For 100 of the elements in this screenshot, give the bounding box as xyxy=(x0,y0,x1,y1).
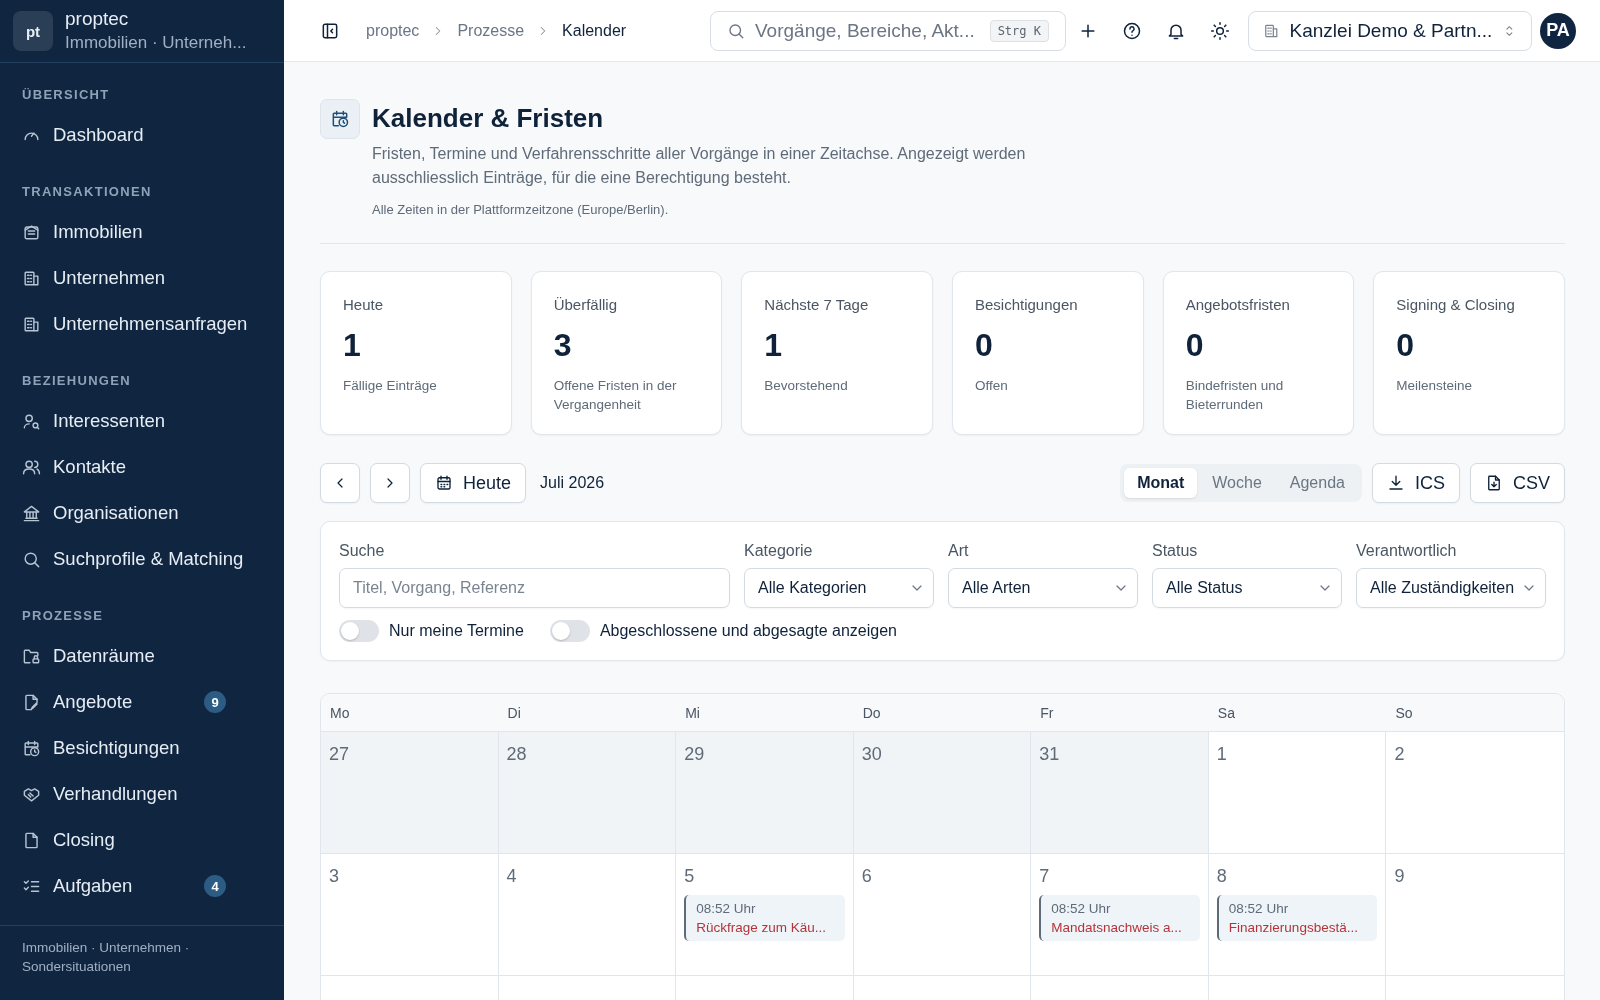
sidebar-item[interactable]: Suchprofile & Matching xyxy=(0,536,284,582)
day-cell[interactable]: 5 08:52 Uhr Rückfrage zum Käu... xyxy=(676,854,854,976)
stat-value: 1 xyxy=(764,327,784,364)
day-cell[interactable]: 8 08:52 Uhr Finanzierungsbestä... xyxy=(1208,854,1387,976)
sidebar-item[interactable]: Organisationen xyxy=(0,490,284,536)
stat-caption: Bindefristen und Bieterrunden xyxy=(1185,377,1285,414)
day-cell[interactable]: 30 xyxy=(853,732,1032,854)
breadcrumb-link[interactable]: Kalender xyxy=(562,21,627,40)
weekday-header: Mi xyxy=(676,694,854,732)
day-cell[interactable]: 2 xyxy=(1386,732,1564,854)
day-number: 7 xyxy=(1039,866,1051,887)
field-label: Verantwortlich xyxy=(1356,542,1458,560)
day-cell[interactable]: 9 xyxy=(1386,854,1564,976)
toggle-label: Nur meine Termine xyxy=(389,622,524,640)
view-tab[interactable]: Monat xyxy=(1124,468,1198,498)
sidebar-item[interactable]: Unternehmensanfragen xyxy=(0,301,284,347)
field-label: Kategorie xyxy=(744,542,814,560)
folder-lock-icon xyxy=(22,646,41,666)
sun-icon xyxy=(1210,20,1230,41)
stat-label: Signing & Closing xyxy=(1396,296,1516,313)
calendar-icon xyxy=(435,474,453,492)
search-field[interactable]: Vorgänge, Bereiche, Akt... Strg K xyxy=(710,10,1066,51)
select-field[interactable]: Alle Status xyxy=(1152,568,1342,608)
toggle-switch[interactable] xyxy=(339,620,379,642)
day-cell[interactable]: 6 xyxy=(853,854,1032,976)
user-avatar[interactable]: PA xyxy=(1540,12,1576,49)
day-cell[interactable]: 3 xyxy=(321,854,499,976)
search-field[interactable]: Titel, Vorgang, Referenz xyxy=(339,568,730,608)
breadcrumb-link[interactable]: Prozesse xyxy=(457,21,525,40)
page-description: Fristen, Termine und Verfahrensschritte aller Vorgänge in einer Zeitachse. Angezeigt werden ausschliesslich Einträge, für die eine Berechtigung besteht. xyxy=(372,144,1027,188)
event-time: 08:52 Uhr xyxy=(696,900,757,918)
stat-caption: Meilensteine xyxy=(1396,377,1474,395)
event-title: Mandatsnachweis a... xyxy=(1051,919,1183,937)
toggle-switch[interactable] xyxy=(549,620,590,642)
select-field[interactable]: Alle Arten xyxy=(948,568,1138,608)
stat-value: 0 xyxy=(1185,327,1205,364)
sidebar-item[interactable]: Closing xyxy=(0,817,284,863)
search-placeholder: Vorgänge, Bereiche, Akt... xyxy=(755,19,975,42)
day-number: 6 xyxy=(861,866,873,887)
today-button[interactable]: Heute xyxy=(420,463,527,503)
day-number: 8 xyxy=(1216,866,1228,887)
stat-caption: Offene Fristen in der Vergangenheit xyxy=(553,377,678,414)
select-field[interactable]: Alle Kategorien xyxy=(744,568,934,608)
day-cell[interactable]: 27 xyxy=(321,732,499,854)
day-number: 1 xyxy=(1216,744,1228,765)
day-number: 27 xyxy=(329,744,351,765)
view-tab[interactable]: Woche xyxy=(1199,468,1275,498)
calendar-clock-icon xyxy=(320,99,360,139)
brand-subtitle: Immobilien · Unterneh... xyxy=(65,32,247,54)
calendar-event[interactable]: 08:52 Uhr Finanzierungsbestä... xyxy=(1216,895,1378,941)
day-number: 3 xyxy=(329,866,340,887)
page-title: Kalender & Fristen xyxy=(372,103,605,134)
stat-label: Nächste 7 Tage xyxy=(764,296,870,313)
day-number: 31 xyxy=(1039,744,1061,765)
sidebar-item[interactable]: Unternehmen xyxy=(0,255,284,301)
count-badge: 9 xyxy=(204,691,226,713)
calendar-clock-icon xyxy=(22,738,41,758)
sidebar-item[interactable]: Immobilien xyxy=(0,209,284,255)
weekday-header: Fr xyxy=(1031,694,1209,732)
organization-selector[interactable]: Kanzlei Demo & Partn... xyxy=(1248,10,1532,51)
logo: pt xyxy=(13,11,53,51)
view-tab[interactable]: Agenda xyxy=(1276,468,1358,498)
stat-caption: Fällige Einträge xyxy=(343,377,438,395)
sidebar-item[interactable]: Verhandlungen xyxy=(0,771,284,817)
day-cell[interactable]: 29 xyxy=(676,732,854,854)
breadcrumb-link[interactable]: proptec xyxy=(366,21,420,40)
weekday-header: So xyxy=(1386,694,1564,732)
sidebar-item[interactable]: Angebote 9 xyxy=(0,679,284,725)
day-number: 28 xyxy=(506,744,528,765)
day-cell[interactable]: 28 xyxy=(498,732,677,854)
day-cell[interactable]: 31 xyxy=(1031,732,1209,854)
sidebar-item[interactable]: Interessenten xyxy=(0,398,284,444)
field-label: Status xyxy=(1152,542,1199,560)
file-pen-icon xyxy=(22,692,41,712)
stat-value: 1 xyxy=(343,327,362,364)
field-label: Art xyxy=(948,542,970,560)
calendar-event[interactable]: 08:52 Uhr Mandatsnachweis a... xyxy=(1039,895,1200,941)
section-heading: BEZIEHUNGEN xyxy=(21,372,132,390)
sidebar-item[interactable]: Dashboard xyxy=(0,112,284,158)
landmark-icon xyxy=(22,503,41,523)
day-cell[interactable]: 1 xyxy=(1208,732,1387,854)
stat-label: Heute xyxy=(343,296,385,313)
stat-label: Überfällig xyxy=(553,296,619,313)
calendar-event[interactable]: 08:52 Uhr Rückfrage zum Käu... xyxy=(684,895,845,941)
count-badge: 4 xyxy=(204,875,226,897)
sidebar-item[interactable]: Besichtigungen xyxy=(0,725,284,771)
day-number: 9 xyxy=(1394,866,1406,887)
sidebar-item[interactable]: Aufgaben 4 xyxy=(0,863,284,909)
day-number: 2 xyxy=(1394,744,1406,765)
weekday-header: Do xyxy=(853,694,1032,732)
export-button[interactable]: ICS xyxy=(1371,463,1460,503)
sidebar-item[interactable]: Datenräume xyxy=(0,633,284,679)
export-button[interactable]: CSV xyxy=(1470,463,1565,503)
select-field[interactable]: Alle Zuständigkeiten xyxy=(1356,568,1546,608)
day-cell[interactable]: 4 xyxy=(498,854,677,976)
search-icon xyxy=(22,549,41,569)
sidebar-item[interactable]: Kontakte xyxy=(0,444,284,490)
timezone-note: Alle Zeiten in der Plattformzeitzone (Europe/Berlin). xyxy=(372,202,670,217)
section-heading: TRANSAKTIONEN xyxy=(21,183,153,201)
day-cell[interactable]: 7 08:52 Uhr Mandatsnachweis a... xyxy=(1031,854,1209,976)
